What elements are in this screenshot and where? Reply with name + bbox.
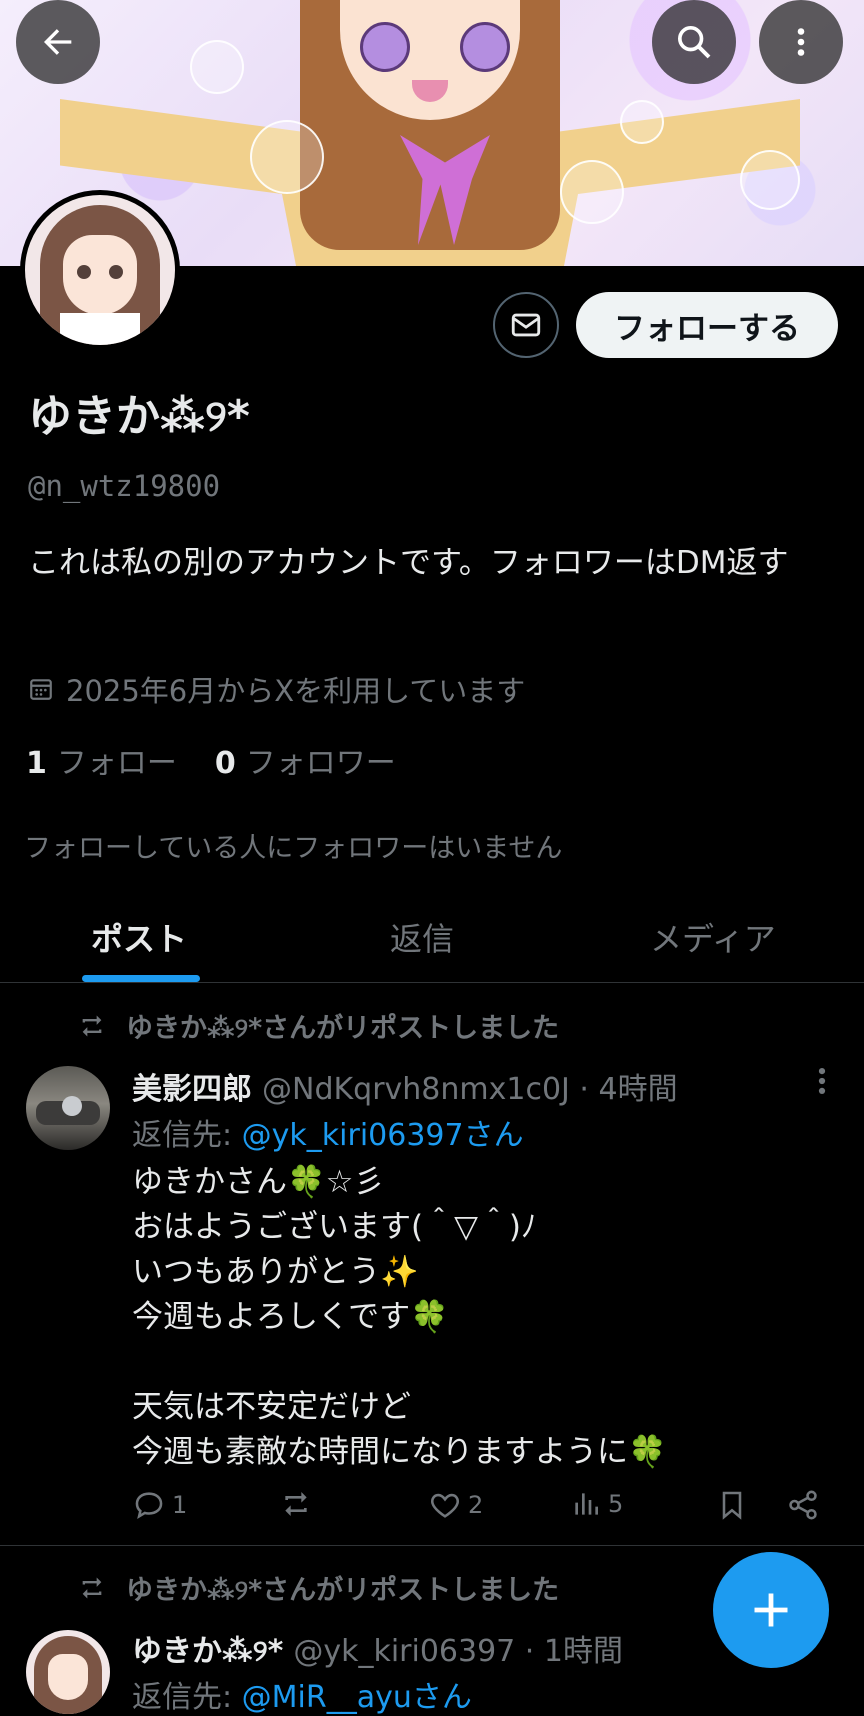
joined-date: 2025年6月からXを利用しています — [28, 668, 525, 710]
followed-by-note: フォローしている人にフォロワーはいません — [24, 833, 563, 864]
banner-bubble — [250, 120, 324, 194]
reply-to-prefix: 返信先: — [132, 1680, 242, 1715]
banner-bubble — [190, 40, 244, 94]
profile-avatar[interactable] — [20, 190, 180, 350]
like-button[interactable]: 2 — [428, 1488, 483, 1522]
followers-label: フォロワー — [245, 746, 396, 781]
banner-illustration-eye — [360, 22, 410, 72]
post-actions: 1 2 5 — [132, 1488, 842, 1528]
post-author-handle: @NdKqrvh8nmx1c0J · 4時間 — [262, 1072, 678, 1107]
following-link[interactable]: 1 フォロー — [26, 738, 177, 782]
active-tab-indicator — [82, 975, 200, 982]
views-button[interactable]: 5 — [570, 1488, 623, 1520]
followers-link[interactable]: 0 フォロワー — [215, 738, 396, 782]
reply-icon — [135, 1492, 163, 1519]
repost-icon — [285, 1492, 307, 1516]
avatar-headlight-shape — [62, 1096, 82, 1116]
avatar-eye — [77, 265, 91, 279]
follow-button[interactable]: フォローする — [576, 292, 838, 358]
reply-count: 1 — [172, 1491, 188, 1519]
banner-bubble — [620, 100, 664, 144]
bookmark-button[interactable] — [716, 1488, 748, 1522]
like-icon — [431, 1493, 459, 1518]
post-text: ゆきかさん🍀☆彡 おはようございます(＾▽＾)ﾉ いつもありがとう✨ 今週もよろ… — [132, 1164, 667, 1470]
share-icon — [789, 1490, 817, 1520]
post-author-name[interactable]: 美影四郎 — [132, 1072, 252, 1107]
compose-plus-icon — [754, 1593, 788, 1627]
more-options-button[interactable] — [759, 0, 843, 84]
banner-bubble — [740, 150, 800, 210]
back-button[interactable] — [16, 0, 100, 84]
reply-to-line: 返信先: @MiR__ayuさん — [132, 1672, 472, 1716]
tab-replies[interactable]: 返信 — [390, 914, 454, 960]
views-icon — [575, 1493, 598, 1515]
repost-icon — [82, 1577, 102, 1598]
search-icon — [678, 26, 711, 59]
repost-text: ゆきか⁂୨*さんがリポストしました — [126, 1013, 560, 1044]
reply-to-mention[interactable]: @MiR__ayuさん — [242, 1680, 472, 1715]
back-arrow-icon — [44, 29, 72, 55]
mail-icon — [511, 313, 541, 337]
follow-stats: 1 フォロー 0 フォロワー — [26, 738, 396, 782]
repost-text: ゆきか⁂୨*さんがリポストしました — [126, 1575, 560, 1606]
post-divider — [0, 1545, 864, 1546]
more-vertical-icon — [797, 28, 805, 56]
search-button[interactable] — [652, 0, 736, 84]
avatar-collar — [60, 313, 140, 345]
avatar-face — [63, 235, 137, 315]
repost-indicator: ゆきか⁂୨*さんがリポストしました — [76, 1006, 559, 1045]
tab-media[interactable]: メディア — [650, 914, 776, 960]
following-count: 1 — [26, 746, 47, 781]
compose-button[interactable] — [713, 1552, 829, 1668]
followers-count: 0 — [214, 746, 236, 781]
avatar-eye — [109, 265, 123, 279]
post-author-name[interactable]: ゆきか⁂୨* — [132, 1634, 283, 1669]
reply-to-line: 返信先: @yk_kiri06397さん — [132, 1110, 524, 1154]
banner-illustration-eye — [460, 22, 510, 72]
post-author-avatar[interactable] — [26, 1630, 110, 1714]
repost-button[interactable] — [278, 1488, 320, 1520]
profile-tabs: ポスト 返信 メディア — [0, 900, 864, 983]
calendar-icon — [30, 679, 52, 700]
bookmark-icon — [722, 1491, 742, 1520]
like-count: 2 — [468, 1491, 484, 1519]
reply-to-mention[interactable]: @yk_kiri06397さん — [242, 1118, 524, 1153]
avatar-face — [48, 1654, 88, 1700]
more-vertical-icon — [818, 1067, 826, 1095]
repost-icon — [82, 1015, 102, 1036]
post-header: 美影四郎 @NdKqrvh8nmx1c0J · 4時間 — [132, 1064, 678, 1108]
following-label: フォロー — [56, 746, 177, 781]
profile-handle: @n_wtz19800 — [28, 469, 221, 503]
tab-posts[interactable]: ポスト — [91, 914, 187, 960]
profile-bio: これは私の別のアカウントです。フォロワーはDM返す — [28, 545, 789, 581]
repost-indicator: ゆきか⁂୨*さんがリポストしました — [76, 1568, 559, 1607]
joined-text: 2025年6月からXを利用しています — [66, 674, 526, 708]
post-header: ゆきか⁂୨* @yk_kiri06397 · 1時間 — [132, 1626, 623, 1670]
share-button[interactable] — [786, 1488, 820, 1522]
reply-to-prefix: 返信先: — [132, 1118, 242, 1153]
reply-button[interactable]: 1 — [132, 1488, 187, 1522]
post-author-avatar[interactable] — [26, 1066, 110, 1150]
display-name: ゆきか⁂୨* — [28, 391, 250, 442]
post-more-button[interactable] — [812, 1064, 832, 1106]
post-author-handle: @yk_kiri06397 · 1時間 — [293, 1634, 623, 1669]
message-button[interactable] — [493, 292, 559, 358]
views-count: 5 — [608, 1490, 624, 1518]
banner-bubble — [560, 160, 624, 224]
